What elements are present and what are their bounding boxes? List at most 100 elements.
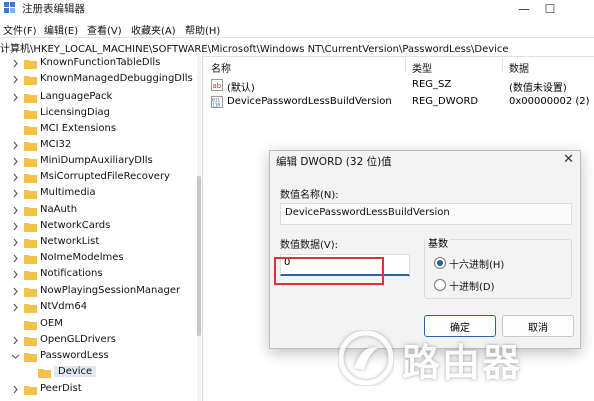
- folder-icon: [24, 60, 37, 69]
- tree-item[interactable]: NetworkList: [0, 235, 202, 251]
- folder-icon: [38, 369, 51, 378]
- key-tree[interactable]: KnownFunctionTableDlls KnownManagedDebug…: [0, 56, 202, 401]
- tree-item[interactable]: MCI32: [0, 138, 202, 154]
- tree-item[interactable]: KnownFunctionTableDlls: [0, 56, 202, 72]
- menu-favorites[interactable]: 收藏夹(A): [131, 22, 176, 37]
- tree-item-label: NetworkCards: [40, 220, 111, 231]
- tree-item-label: MCI32: [40, 139, 72, 150]
- tree-scrollbar-thumb[interactable]: [197, 176, 201, 336]
- chevron-right-icon[interactable]: [11, 287, 20, 296]
- address-bar[interactable]: 计算机\HKEY_LOCAL_MACHINE\SOFTWARE\Microsof…: [0, 37, 594, 57]
- tree-item[interactable]: NoImeModelmes: [0, 251, 202, 267]
- tree-item[interactable]: Notifications: [0, 267, 202, 283]
- tree-item[interactable]: NtVdm64: [0, 300, 202, 316]
- folder-icon: [24, 190, 37, 199]
- decimal-radio[interactable]: [434, 279, 446, 291]
- chevron-right-icon[interactable]: [11, 206, 20, 215]
- menu-view[interactable]: 查看(V): [87, 22, 122, 37]
- pane-divider[interactable]: [202, 56, 203, 401]
- menu-file[interactable]: 文件(F): [3, 22, 37, 37]
- tree-item-label: PeerDist: [40, 383, 82, 394]
- value-data-label: 数值数据(V):: [280, 240, 339, 251]
- chevron-right-icon[interactable]: [11, 254, 20, 263]
- chevron-right-icon[interactable]: [11, 385, 20, 394]
- value-name: (默认): [227, 83, 255, 94]
- tree-item[interactable]: PeerDist: [0, 382, 202, 398]
- chevron-down-icon[interactable]: [11, 352, 20, 361]
- chevron-right-icon[interactable]: [11, 75, 20, 84]
- value-row[interactable]: ab (默认) REG_SZ (数值未设置): [208, 78, 594, 94]
- chevron-right-icon[interactable]: [11, 270, 20, 279]
- tree-item-selected[interactable]: Device: [0, 365, 202, 381]
- menu-help[interactable]: 帮助(H): [185, 22, 220, 37]
- tree-item[interactable]: OEM: [0, 317, 202, 333]
- folder-icon: [24, 76, 37, 85]
- column-separator[interactable]: [405, 58, 406, 72]
- column-header-data[interactable]: 数据: [509, 60, 529, 75]
- chevron-right-icon[interactable]: [11, 93, 20, 102]
- tree-item-label: NowPlayingSessionManager: [40, 285, 181, 296]
- folder-icon: [24, 207, 37, 216]
- tree-item-label: OEM: [40, 318, 63, 329]
- tree-item[interactable]: MCI Extensions: [0, 122, 202, 138]
- folder-icon: [24, 110, 37, 119]
- value-type: REG_DWORD: [412, 96, 479, 107]
- value-name-field: DevicePasswordLessBuildVersion: [280, 203, 572, 225]
- value-name-label: 数值名称(N):: [280, 190, 339, 201]
- chevron-right-icon[interactable]: [11, 141, 20, 150]
- tree-item[interactable]: Multimedia: [0, 186, 202, 202]
- tree-item-label: KnownFunctionTableDlls: [40, 57, 161, 68]
- value-data: 0x00000002 (2): [509, 96, 590, 107]
- tree-item[interactable]: NowPlayingSessionManager: [0, 284, 202, 300]
- chevron-right-icon[interactable]: [11, 157, 20, 166]
- column-separator[interactable]: [502, 58, 503, 72]
- address-path[interactable]: 计算机\HKEY_LOCAL_MACHINE\SOFTWARE\Microsof…: [0, 40, 509, 55]
- chevron-right-icon[interactable]: [11, 59, 20, 68]
- minimize-button[interactable]: —: [510, 0, 538, 17]
- chevron-right-icon[interactable]: [11, 173, 20, 182]
- tree-item[interactable]: MsiCorruptedFileRecovery: [0, 170, 202, 186]
- value-name: DevicePasswordLessBuildVersion: [227, 96, 392, 107]
- chevron-right-icon[interactable]: [11, 238, 20, 247]
- tree-item-label: Multimedia: [40, 187, 96, 198]
- folder-icon: [24, 271, 37, 280]
- tree-item[interactable]: LanguagePack: [0, 90, 202, 106]
- window-title: 注册表编辑器: [22, 3, 85, 15]
- tree-item-label: LicensingDiag: [40, 107, 110, 118]
- folder-icon: [24, 94, 37, 103]
- tree-item-label: MiniDumpAuxiliaryDlls: [40, 155, 153, 166]
- tree-item[interactable]: OpenGLDrivers: [0, 333, 202, 349]
- tree-item[interactable]: NaAuth: [0, 203, 202, 219]
- tree-scrollbar[interactable]: [197, 56, 201, 401]
- chevron-right-icon[interactable]: [11, 336, 20, 345]
- tree-item[interactable]: NetworkCards: [0, 219, 202, 235]
- value-row[interactable]: 011 110 DevicePasswordLessBuildVersion R…: [208, 95, 594, 111]
- tree-item-expanded[interactable]: PasswordLess: [0, 349, 202, 365]
- column-header-name[interactable]: 名称: [211, 60, 231, 75]
- close-icon[interactable]: ✕: [563, 152, 574, 167]
- hex-radio-label[interactable]: 十六进制(H): [449, 256, 504, 271]
- string-value-icon: ab: [211, 79, 223, 91]
- value-data: (数值未设置): [509, 83, 567, 94]
- chevron-right-icon[interactable]: [11, 222, 20, 231]
- tree-item[interactable]: MiniDumpAuxiliaryDlls: [0, 154, 202, 170]
- tree-item[interactable]: KnownManagedDebuggingDlls: [0, 72, 202, 88]
- title-bar: 注册表编辑器 — ☐: [0, 0, 594, 19]
- chevron-right-icon[interactable]: [11, 189, 20, 198]
- tree-item-label: PasswordLess: [40, 350, 109, 361]
- chevron-right-icon[interactable]: [11, 303, 20, 312]
- dialog-title: 编辑 DWORD (32 位)值: [276, 156, 392, 168]
- hex-radio[interactable]: [434, 257, 446, 269]
- tree-item-label: OpenGLDrivers: [40, 334, 117, 345]
- menu-edit[interactable]: 编辑(E): [44, 22, 78, 37]
- decimal-radio-label[interactable]: 十进制(D): [449, 278, 495, 293]
- folder-icon: [24, 337, 37, 346]
- column-header-type[interactable]: 类型: [412, 60, 432, 75]
- registry-editor-window: 注册表编辑器 — ☐ 文件(F) 编辑(E) 查看(V) 收藏夹(A) 帮助(H…: [0, 0, 594, 401]
- maximize-button[interactable]: ☐: [536, 0, 564, 17]
- tree-item-label: NaAuth: [40, 204, 78, 215]
- svg-text:ab: ab: [213, 82, 222, 90]
- tree-item[interactable]: LicensingDiag: [0, 106, 202, 122]
- tree-item-label: NetworkList: [40, 236, 100, 247]
- folder-icon: [24, 126, 37, 135]
